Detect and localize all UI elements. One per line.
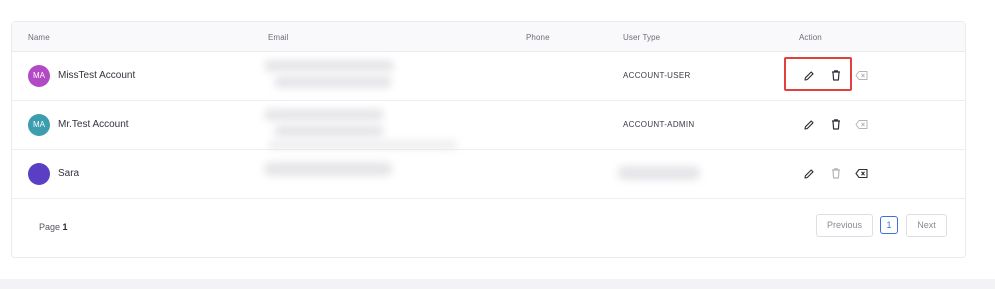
table-row: Sara (12, 140, 965, 199)
header-action: Action (799, 33, 822, 42)
header-name: Name (28, 33, 50, 42)
avatar: MA (28, 114, 50, 136)
trash-icon[interactable] (830, 118, 842, 131)
table-header: Name Email Phone User Type Action (12, 22, 965, 52)
action-highlight-box (784, 57, 852, 91)
header-phone: Phone (526, 33, 550, 42)
trash-icon[interactable] (830, 167, 842, 180)
clear-icon[interactable] (855, 119, 868, 130)
user-type: ACCOUNT-USER (623, 71, 691, 80)
clear-icon[interactable] (855, 70, 868, 81)
pencil-icon[interactable] (803, 168, 815, 180)
previous-button[interactable]: Previous (816, 214, 873, 237)
email-redacted (268, 140, 458, 150)
page-number-button[interactable]: 1 (880, 216, 898, 234)
users-table-card: Name Email Phone User Type Action MA Mis… (11, 21, 966, 258)
user-type: ACCOUNT-ADMIN (623, 120, 695, 129)
user-name: Mr.Test Account (58, 119, 129, 130)
email-redacted (274, 125, 384, 137)
header-user-type: User Type (623, 33, 661, 42)
user-type-redacted (618, 166, 700, 180)
next-button[interactable]: Next (906, 214, 947, 237)
email-redacted (264, 60, 394, 72)
email-redacted (274, 76, 392, 88)
avatar (28, 163, 50, 185)
user-name: MissTest Account (58, 70, 136, 81)
email-redacted (264, 162, 392, 176)
email-redacted (264, 109, 384, 121)
clear-icon[interactable] (855, 168, 868, 179)
pagination: Page 1 Previous 1 Next (12, 199, 965, 257)
user-name: Sara (58, 168, 80, 179)
pencil-icon[interactable] (803, 119, 815, 131)
table-row: MA Mr.Test Account ACCOUNT-ADMIN (12, 101, 965, 150)
avatar: MA (28, 65, 50, 87)
header-email: Email (268, 33, 289, 42)
page-indicator: Page 1 (39, 222, 68, 232)
